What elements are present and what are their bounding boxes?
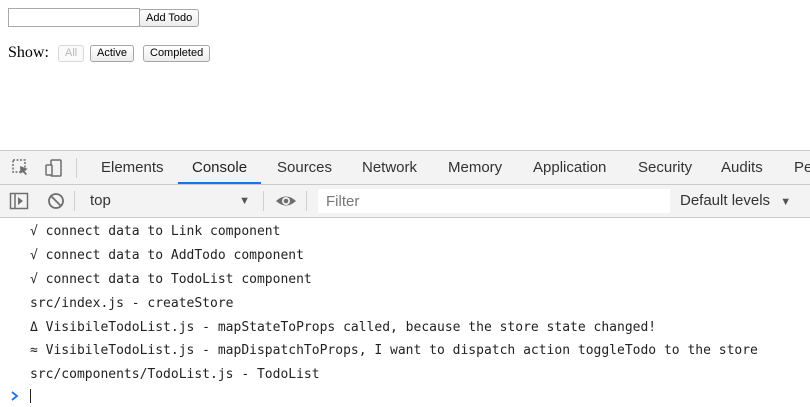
context-selector[interactable]: top ▼ [80, 189, 258, 213]
log-levels-label: Default levels [680, 192, 771, 209]
tab-security[interactable]: Security [624, 151, 706, 184]
console-log-line: √ connect data to AddTodo component [30, 248, 304, 263]
console-toolbar: top ▼ Default levels ▼ [0, 185, 810, 218]
text-caret [30, 389, 31, 403]
console-log-line: src/index.js - createStore [30, 296, 234, 311]
console-output: √ connect data to Link component √ conne… [0, 218, 810, 403]
show-label: Show: [8, 44, 49, 61]
prompt-chevron-icon [10, 389, 20, 407]
console-filter-input[interactable] [318, 189, 670, 213]
tab-network[interactable]: Network [348, 151, 431, 184]
filter-active-button[interactable]: Active [90, 45, 134, 62]
tab-audits[interactable]: Audits [707, 151, 777, 184]
chevron-down-icon: ▼ [780, 196, 792, 208]
tab-memory[interactable]: Memory [434, 151, 516, 184]
tab-performance[interactable]: Pe [780, 151, 810, 184]
device-toggle-icon[interactable] [44, 158, 64, 178]
tab-console[interactable]: Console [178, 151, 262, 184]
chevron-down-icon: ▼ [239, 195, 250, 207]
tab-elements[interactable]: Elements [87, 151, 178, 184]
console-log-line: src/components/TodoList.js - TodoList [30, 367, 320, 382]
devtools-tabbar: Elements Console Sources Network Memory … [0, 151, 810, 185]
toolbar-divider [306, 191, 307, 211]
console-log-line: √ connect data to TodoList component [30, 272, 312, 287]
todo-input[interactable] [8, 8, 140, 27]
eye-icon[interactable] [275, 191, 296, 211]
inspect-element-icon[interactable] [11, 158, 31, 178]
add-todo-button[interactable]: Add Todo [139, 9, 200, 27]
toolbar-divider [74, 191, 75, 211]
toolbar-divider [263, 191, 264, 211]
console-log-line: Δ VisibileTodoList.js - mapStateToProps … [30, 320, 657, 335]
context-selector-value: top [90, 192, 111, 209]
console-prompt[interactable] [0, 387, 810, 405]
tab-application[interactable]: Application [519, 151, 620, 184]
console-log-line: ≈ VisibileTodoList.js - mapDispatchToPro… [30, 343, 758, 358]
tab-sources[interactable]: Sources [263, 151, 346, 184]
clear-console-icon[interactable] [46, 191, 66, 211]
sidebar-toggle-icon[interactable] [9, 191, 29, 211]
filter-all-button[interactable]: All [58, 45, 85, 62]
devtools-panel: Elements Console Sources Network Memory … [0, 150, 810, 403]
log-levels-dropdown[interactable]: Default levels ▼ [680, 189, 791, 213]
toolbar-divider [76, 158, 77, 178]
console-log-line: √ connect data to Link component [30, 224, 281, 239]
filter-completed-button[interactable]: Completed [143, 45, 211, 62]
todo-app: Add Todo Show: All Active Completed [0, 0, 810, 150]
